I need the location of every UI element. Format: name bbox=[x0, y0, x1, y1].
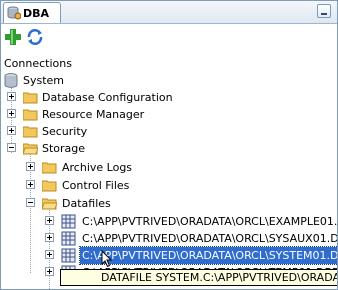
expand-toggle[interactable] bbox=[26, 162, 35, 171]
expand-toggle[interactable] bbox=[45, 233, 54, 242]
expand-toggle[interactable] bbox=[7, 109, 16, 118]
dba-icon bbox=[7, 6, 21, 20]
tree-node-system[interactable]: System bbox=[1, 72, 337, 89]
datafile-icon bbox=[61, 214, 76, 229]
tree-node-archive-logs[interactable]: Archive Logs bbox=[1, 159, 337, 176]
expand-toggle[interactable] bbox=[7, 126, 16, 135]
folder-icon bbox=[23, 109, 38, 121]
dba-panel: DBA Connections System Database Configur… bbox=[0, 0, 338, 290]
folder-open-icon bbox=[42, 198, 57, 210]
refresh-icon[interactable] bbox=[26, 28, 44, 46]
tree-node-resource-manager[interactable]: Resource Manager bbox=[1, 106, 337, 123]
panel-tab-bar: DBA bbox=[1, 1, 337, 24]
tree-node-datafile[interactable]: C:\APP\PVTRIVED\ORADATA\ORCL\EXAMPLE01.D… bbox=[1, 213, 337, 230]
expand-toggle[interactable] bbox=[45, 250, 54, 259]
minimize-button[interactable] bbox=[317, 4, 331, 18]
folder-icon bbox=[42, 180, 57, 192]
connections-tree: Connections System Database Configuratio… bbox=[1, 53, 337, 289]
tree-node-datafile[interactable]: C:\APP\PVTRIVED\ORADATA\ORCL\SYSAUX01.DB… bbox=[1, 230, 337, 247]
tree-node-database-configuration[interactable]: Database Configuration bbox=[1, 89, 337, 106]
tab-label: DBA bbox=[23, 7, 50, 20]
datafile-icon bbox=[61, 231, 76, 246]
toolbar bbox=[1, 24, 337, 50]
tree-node-storage[interactable]: Storage bbox=[1, 140, 337, 157]
tree-node-datafile-selected[interactable]: C:\APP\PVTRIVED\ORADATA\ORCL\SYSTEM01.DB… bbox=[1, 246, 337, 265]
expand-toggle[interactable] bbox=[26, 180, 35, 189]
tree-node-datafiles[interactable]: Datafiles bbox=[1, 195, 337, 212]
tree-node-control-files[interactable]: Control Files bbox=[1, 177, 337, 194]
collapse-toggle[interactable] bbox=[7, 143, 16, 152]
database-icon bbox=[4, 73, 18, 88]
collapse-toggle[interactable] bbox=[26, 198, 35, 207]
folder-open-icon bbox=[23, 143, 38, 155]
expand-toggle[interactable] bbox=[45, 267, 54, 276]
expand-toggle[interactable] bbox=[7, 92, 16, 101]
datafile-icon bbox=[61, 248, 76, 263]
add-icon[interactable] bbox=[4, 28, 22, 46]
tab-dba[interactable]: DBA bbox=[3, 2, 61, 23]
folder-icon bbox=[42, 162, 57, 174]
folder-icon bbox=[23, 126, 38, 138]
mouse-cursor-icon bbox=[101, 250, 113, 268]
tooltip: DATAFILE SYSTEM.C:\APP\PVTRIVED\ORADATA\… bbox=[60, 269, 337, 286]
expand-toggle[interactable] bbox=[45, 216, 54, 225]
folder-icon bbox=[23, 92, 38, 104]
tree-node-security[interactable]: Security bbox=[1, 123, 337, 140]
